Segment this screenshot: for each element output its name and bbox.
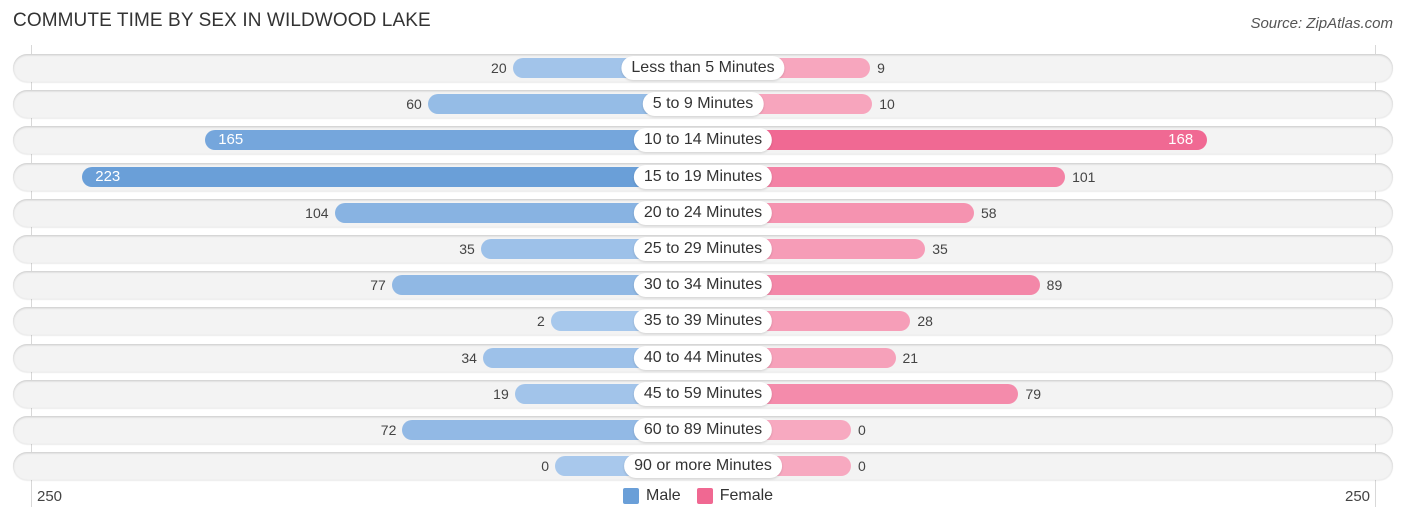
- category-label: 25 to 29 Minutes: [633, 237, 773, 261]
- value-label-female: 28: [917, 313, 933, 330]
- value-label-male: 60: [406, 96, 422, 113]
- bar-male: [82, 166, 703, 187]
- legend-label-male: Male: [646, 487, 681, 504]
- legend-label-female: Female: [719, 487, 774, 504]
- value-label-male: 2: [536, 313, 545, 330]
- value-label-male: 0: [541, 458, 549, 475]
- value-label-female: 89: [1046, 277, 1063, 294]
- category-label: 90 or more Minutes: [624, 454, 782, 479]
- value-label-female: 0: [858, 422, 866, 438]
- value-label-male: 20: [491, 60, 507, 76]
- value-label-female: 9: [877, 60, 885, 76]
- value-label-female: 21: [902, 349, 919, 366]
- category-label: 35 to 39 Minutes: [633, 309, 773, 334]
- axis-tick-right: 250: [1345, 488, 1371, 505]
- value-label-female: 0: [858, 458, 866, 475]
- value-label-male: 19: [493, 385, 509, 402]
- category-label: 15 to 19 Minutes: [633, 164, 773, 189]
- value-label-female: 58: [980, 204, 997, 221]
- value-label-male: 35: [459, 241, 475, 257]
- legend-item-female: Female: [696, 487, 774, 505]
- legend-item-male: Male: [623, 487, 681, 505]
- value-label-female: 79: [1025, 385, 1042, 402]
- category-label: 40 to 44 Minutes: [633, 345, 773, 370]
- category-label: 10 to 14 Minutes: [633, 128, 773, 153]
- value-label-female: 10: [879, 96, 895, 113]
- legend: Male Female: [623, 487, 789, 505]
- category-label: Less than 5 Minutes: [621, 56, 785, 80]
- category-label: 30 to 34 Minutes: [633, 273, 773, 298]
- legend-swatch-female: [696, 488, 713, 504]
- axis-tick-left: 250: [37, 488, 63, 505]
- category-label: 45 to 59 Minutes: [633, 381, 773, 406]
- legend-swatch-male: [623, 488, 639, 504]
- category-label: 20 to 24 Minutes: [633, 200, 773, 225]
- value-label-female: 35: [932, 241, 948, 257]
- value-label-male: 77: [370, 277, 386, 294]
- value-label-male: 34: [461, 349, 477, 366]
- source-label: Source: ZipAtlas.com: [1250, 15, 1393, 32]
- value-label-male: 72: [380, 422, 397, 438]
- category-label: 5 to 9 Minutes: [642, 92, 764, 117]
- value-label-male: 165: [218, 131, 244, 149]
- chart-title: COMMUTE TIME BY SEX IN WILDWOOD LAKE: [13, 10, 431, 31]
- value-label-male: 104: [305, 204, 329, 221]
- value-label-male: 223: [95, 167, 121, 185]
- category-label: 60 to 89 Minutes: [633, 418, 773, 442]
- value-label-female: 101: [1072, 168, 1096, 185]
- bar-male: [205, 130, 703, 151]
- bar-female: [703, 130, 1208, 151]
- value-label-female: 168: [1168, 131, 1194, 149]
